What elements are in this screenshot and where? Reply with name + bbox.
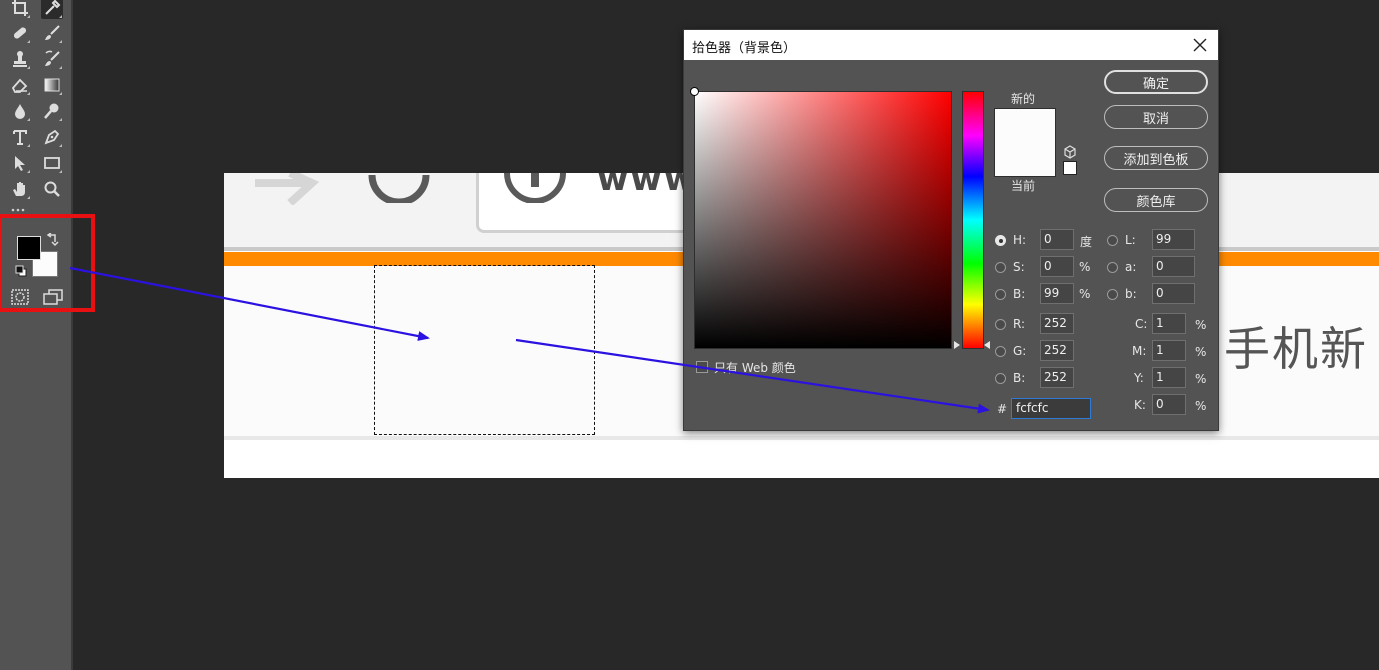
color-libraries-button[interactable]: 颜色库 xyxy=(1104,188,1208,212)
brightness-field[interactable]: 99 xyxy=(1040,283,1074,304)
type-tool[interactable] xyxy=(9,126,31,148)
lab-l-field[interactable]: 99 xyxy=(1152,229,1195,250)
hand-tool[interactable] xyxy=(9,178,31,200)
crop-tool[interactable] xyxy=(9,0,31,19)
saturation-radio[interactable] xyxy=(995,262,1006,273)
close-button[interactable] xyxy=(1188,33,1212,57)
brush-tool[interactable] xyxy=(41,22,63,44)
eyedropper-tool[interactable] xyxy=(41,0,63,19)
forward-arrow-icon xyxy=(255,173,320,205)
brightness-radio[interactable] xyxy=(995,289,1006,300)
hue-label: H: xyxy=(1013,233,1027,247)
history-brush-tool[interactable] xyxy=(41,48,63,70)
pen-tool[interactable] xyxy=(41,126,63,148)
hex-color-field[interactable]: fcfcfc xyxy=(1011,398,1091,419)
blur-tool[interactable] xyxy=(9,100,31,122)
cyan-field[interactable]: 1 xyxy=(1152,313,1186,334)
lab-b-field[interactable]: 0 xyxy=(1152,283,1195,304)
red-radio[interactable] xyxy=(995,319,1006,330)
close-icon xyxy=(1193,38,1207,52)
brightness-label: B: xyxy=(1013,287,1026,301)
path-selection-tool[interactable] xyxy=(9,152,31,174)
hue-field[interactable]: 0 xyxy=(1040,229,1074,250)
black-label: K: xyxy=(1134,398,1146,412)
cyan-label: C: xyxy=(1135,317,1148,331)
lab-b-radio[interactable] xyxy=(1107,289,1118,300)
foreground-color-swatch[interactable] xyxy=(17,236,41,260)
eraser-tool[interactable] xyxy=(9,74,31,96)
blue-label: B: xyxy=(1013,371,1026,385)
lab-l-label: L: xyxy=(1125,233,1136,247)
tools-panel xyxy=(0,0,95,670)
reload-icon xyxy=(368,174,430,203)
hex-hash-label: # xyxy=(997,402,1008,416)
healing-brush-tool[interactable] xyxy=(9,22,31,44)
yellow-field[interactable]: 1 xyxy=(1152,367,1186,388)
saturation-unit: % xyxy=(1079,260,1091,274)
add-to-swatches-button[interactable]: 添加到色板 xyxy=(1104,146,1208,170)
dialog-title: 拾色器（背景色） xyxy=(692,41,797,56)
yellow-unit: % xyxy=(1195,372,1207,386)
ok-button[interactable]: 确定 xyxy=(1104,70,1208,94)
new-color-label: 新的 xyxy=(1011,92,1036,106)
hue-radio[interactable] xyxy=(995,235,1006,246)
zoom-tool[interactable] xyxy=(41,178,63,200)
blue-radio[interactable] xyxy=(995,373,1006,384)
web-safe-cube-icon[interactable] xyxy=(1063,145,1077,159)
lab-b-label: b: xyxy=(1125,287,1137,301)
lab-a-radio[interactable] xyxy=(1107,262,1118,273)
cancel-button[interactable]: 取消 xyxy=(1104,105,1208,129)
cyan-unit: % xyxy=(1195,318,1207,332)
lab-a-field[interactable]: 0 xyxy=(1152,256,1195,277)
zoom-icon xyxy=(44,181,60,197)
page-heading-text: 手机新 xyxy=(1224,322,1368,376)
black-field[interactable]: 0 xyxy=(1152,394,1186,415)
hue-unit: 度 xyxy=(1080,235,1093,249)
lab-l-radio[interactable] xyxy=(1107,235,1118,246)
green-radio[interactable] xyxy=(995,346,1006,357)
clone-stamp-tool[interactable] xyxy=(9,48,31,70)
info-icon xyxy=(504,173,566,203)
web-safe-color-swatch[interactable] xyxy=(1063,161,1077,175)
gradient-tool[interactable] xyxy=(41,74,63,96)
saturation-label: S: xyxy=(1013,260,1025,274)
current-color-label: 当前 xyxy=(1011,179,1036,193)
hue-slider-right-arrow[interactable] xyxy=(984,341,990,349)
hue-slider[interactable] xyxy=(962,91,984,349)
green-field[interactable]: 252 xyxy=(1040,340,1074,361)
web-colors-only-label: 只有 Web 颜色 xyxy=(714,361,796,375)
dialog-titlebar[interactable]: 拾色器（背景色） xyxy=(684,30,1218,60)
magenta-unit: % xyxy=(1195,345,1207,359)
saturation-field[interactable]: 0 xyxy=(1040,256,1074,277)
color-field-handle[interactable] xyxy=(690,87,699,96)
web-colors-only-checkbox[interactable] xyxy=(696,361,708,373)
selection-marquee[interactable] xyxy=(374,265,595,435)
new-color-swatch xyxy=(994,108,1056,143)
hue-slider-left-arrow[interactable] xyxy=(954,341,960,349)
color-picker-dialog: 拾色器（背景色） 新的 当前 确定 取消 添加到色板 颜色库 H: 0 度 S:… xyxy=(683,29,1219,431)
current-color-swatch[interactable] xyxy=(994,142,1056,177)
dodge-tool[interactable] xyxy=(41,100,63,122)
lab-a-label: a: xyxy=(1125,260,1137,274)
band-divider xyxy=(224,436,1379,440)
green-label: G: xyxy=(1013,344,1027,358)
red-label: R: xyxy=(1013,317,1026,331)
magenta-field[interactable]: 1 xyxy=(1152,340,1186,361)
rectangle-tool[interactable] xyxy=(41,152,63,174)
more-tools-icon[interactable] xyxy=(10,208,32,212)
brightness-unit: % xyxy=(1079,287,1091,301)
yellow-label: Y: xyxy=(1134,371,1144,385)
black-unit: % xyxy=(1195,399,1207,413)
magenta-label: M: xyxy=(1132,344,1147,358)
blue-field[interactable]: 252 xyxy=(1040,367,1074,388)
saturation-brightness-field[interactable] xyxy=(690,87,952,349)
red-field[interactable]: 252 xyxy=(1040,313,1074,334)
